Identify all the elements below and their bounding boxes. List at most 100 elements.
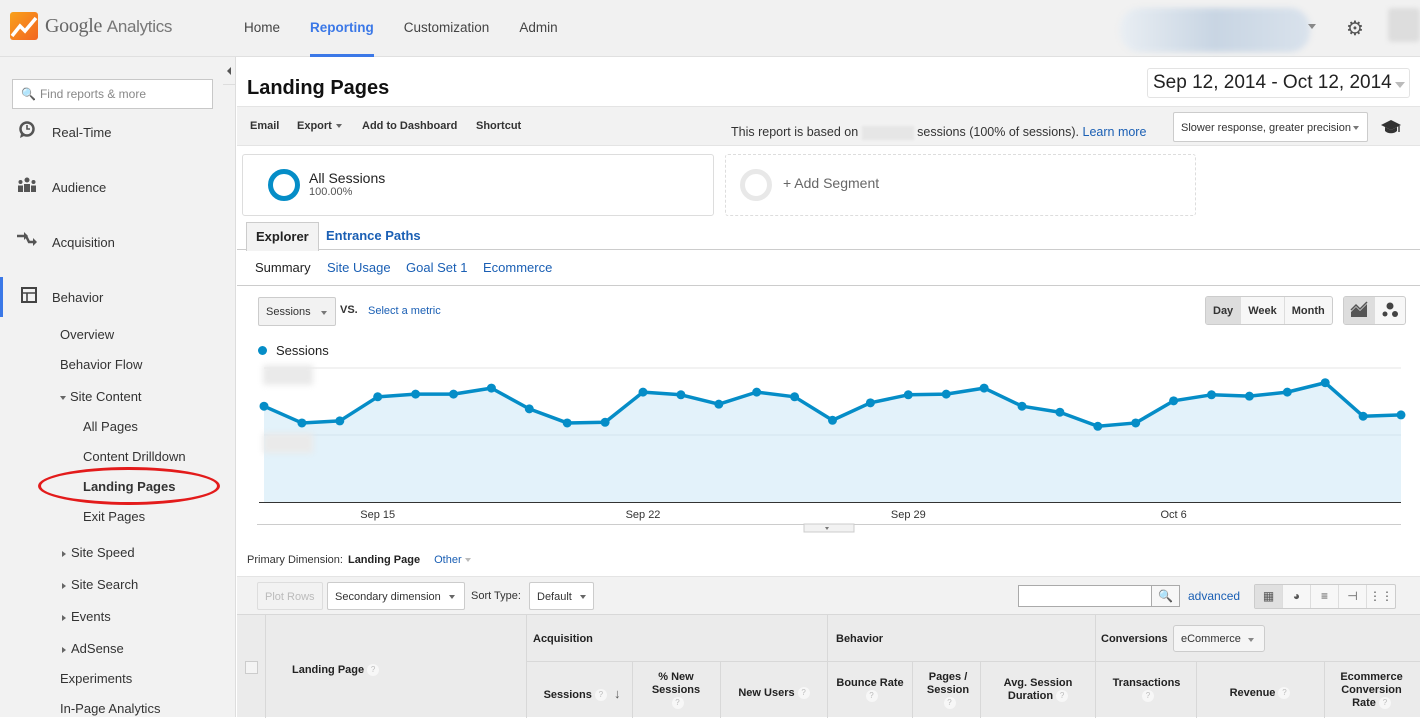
data-point[interactable] (1017, 401, 1027, 411)
find-reports-search[interactable]: 🔍 (12, 79, 213, 109)
graduation-cap-icon[interactable] (1380, 119, 1402, 140)
select-all-checkbox[interactable] (245, 661, 258, 674)
data-point[interactable] (941, 389, 951, 399)
sort-desc-arrow-icon[interactable]: ↓ (614, 686, 621, 701)
tab-explorer[interactable]: Explorer (246, 222, 319, 251)
sidebar-item-all-pages[interactable]: All Pages (83, 419, 138, 434)
table-search-button[interactable]: 🔍 (1152, 585, 1180, 607)
data-point[interactable] (1169, 396, 1179, 406)
column-transactions[interactable]: Transactions? (1099, 677, 1194, 703)
data-point[interactable] (979, 383, 989, 393)
subtab-ecommerce[interactable]: Ecommerce (483, 260, 552, 275)
avatar[interactable] (1388, 8, 1420, 42)
column-landing-page[interactable]: Landing Page? (292, 664, 380, 677)
data-point[interactable] (600, 417, 610, 427)
email-button[interactable]: Email (250, 120, 279, 132)
column-revenue[interactable]: Revenue? (1199, 687, 1321, 700)
sidebar-item-landing-pages[interactable]: Landing Pages (83, 479, 175, 494)
subtab-goal-set-1[interactable]: Goal Set 1 (406, 260, 467, 275)
column-bounce-rate[interactable]: Bounce Rate? (829, 677, 911, 703)
sidebar-item-site-content[interactable]: Site Content (60, 389, 142, 404)
sidebar-item-experiments[interactable]: Experiments (60, 671, 132, 686)
data-point[interactable] (1358, 411, 1368, 421)
help-icon[interactable]: ? (865, 690, 878, 703)
motion-chart-icon[interactable] (1375, 297, 1405, 324)
data-point[interactable] (1055, 407, 1065, 417)
data-point[interactable] (714, 399, 724, 409)
sidebar-item-acquisition[interactable]: Acquisition (0, 222, 224, 262)
help-icon[interactable]: ? (1378, 697, 1391, 710)
collapse-sidebar-button[interactable] (223, 57, 236, 85)
sidebar-item-real-time[interactable]: Real-Time (0, 112, 224, 152)
sidebar-item-adsense[interactable]: AdSense (62, 641, 124, 656)
help-icon[interactable]: ? (671, 697, 684, 710)
shortcut-button[interactable]: Shortcut (476, 120, 521, 132)
date-range-picker[interactable]: Sep 12, 2014 - Oct 12, 2014 (1147, 68, 1410, 98)
precision-select[interactable]: Slower response, greater precision (1173, 112, 1368, 142)
pie-view-icon[interactable]: ◕ (1283, 585, 1311, 608)
secondary-dimension-select[interactable]: Secondary dimension (327, 582, 465, 610)
help-icon[interactable]: ? (797, 687, 810, 700)
performance-view-icon[interactable]: ≡ (1311, 585, 1339, 608)
data-point[interactable] (903, 390, 913, 400)
add-segment-button[interactable]: + Add Segment (725, 154, 1196, 216)
sidebar-item-events[interactable]: Events (62, 609, 111, 624)
data-point[interactable] (524, 404, 534, 414)
table-view-icon[interactable]: ▦ (1255, 585, 1283, 608)
data-point[interactable] (1131, 418, 1141, 428)
column-ecommerce-conversion-rate[interactable]: Ecommerce Conversion Rate? (1329, 671, 1414, 710)
line-chart-icon[interactable] (1344, 297, 1375, 324)
primary-dimension-landing-page[interactable]: Landing Page (348, 554, 420, 566)
data-point[interactable] (676, 390, 686, 400)
nav-admin[interactable]: Admin (519, 0, 557, 57)
subtab-summary[interactable]: Summary (255, 260, 311, 275)
advanced-filter-link[interactable]: advanced (1188, 589, 1240, 603)
sidebar-item-in-page-analytics[interactable]: In-Page Analytics (60, 701, 160, 716)
pivot-view-icon[interactable]: ⋮⋮ (1367, 585, 1395, 608)
conversions-select[interactable]: eCommerce (1173, 625, 1265, 652)
data-point[interactable] (562, 418, 572, 428)
segment-all-sessions[interactable]: All Sessions 100.00% (242, 154, 714, 216)
help-icon[interactable]: ? (1142, 690, 1154, 703)
account-caret-icon[interactable] (1308, 24, 1316, 29)
sidebar-item-overview[interactable]: Overview (60, 327, 114, 342)
help-icon[interactable]: ? (594, 689, 607, 702)
account-selector[interactable] (1120, 8, 1310, 52)
help-icon[interactable]: ? (943, 697, 956, 710)
help-icon[interactable]: ? (1278, 687, 1291, 700)
column-new-users[interactable]: New Users? (723, 687, 825, 700)
nav-home[interactable]: Home (244, 0, 280, 57)
learn-more-link[interactable]: Learn more (1083, 125, 1147, 139)
help-icon[interactable]: ? (1056, 690, 1069, 703)
day-button[interactable]: Day (1206, 297, 1242, 324)
month-button[interactable]: Month (1285, 297, 1332, 324)
column-avg-session-duration[interactable]: Avg. Session Duration? (985, 677, 1091, 703)
primary-dimension-other[interactable]: Other (434, 554, 471, 566)
data-point[interactable] (335, 416, 345, 426)
sidebar-item-exit-pages[interactable]: Exit Pages (83, 509, 145, 524)
export-button[interactable]: Export (297, 120, 342, 132)
data-point[interactable] (411, 389, 421, 399)
data-point[interactable] (828, 415, 837, 425)
subtab-site-usage[interactable]: Site Usage (327, 260, 391, 275)
chart-expand-handle[interactable] (803, 523, 855, 533)
data-point[interactable] (1282, 387, 1292, 397)
data-point[interactable] (1396, 410, 1406, 420)
data-point[interactable] (449, 389, 458, 399)
data-point[interactable] (486, 383, 496, 393)
plot-rows-button[interactable]: Plot Rows (257, 582, 323, 610)
sidebar-item-site-speed[interactable]: Site Speed (62, 545, 135, 560)
select-metric-link[interactable]: Select a metric (368, 305, 441, 317)
find-reports-input[interactable] (39, 87, 210, 101)
nav-reporting[interactable]: Reporting (310, 0, 374, 57)
table-search-input[interactable] (1018, 585, 1152, 607)
data-point[interactable] (1207, 390, 1216, 400)
nav-customization[interactable]: Customization (404, 0, 490, 57)
data-point[interactable] (1244, 391, 1254, 401)
data-point[interactable] (865, 398, 875, 408)
column-sessions[interactable]: Sessions? ↓ (532, 687, 632, 702)
sidebar-item-content-drilldown[interactable]: Content Drilldown (83, 449, 186, 464)
comparison-view-icon[interactable]: ⊣ (1339, 585, 1367, 608)
data-point[interactable] (638, 387, 648, 397)
data-point[interactable] (790, 392, 800, 402)
